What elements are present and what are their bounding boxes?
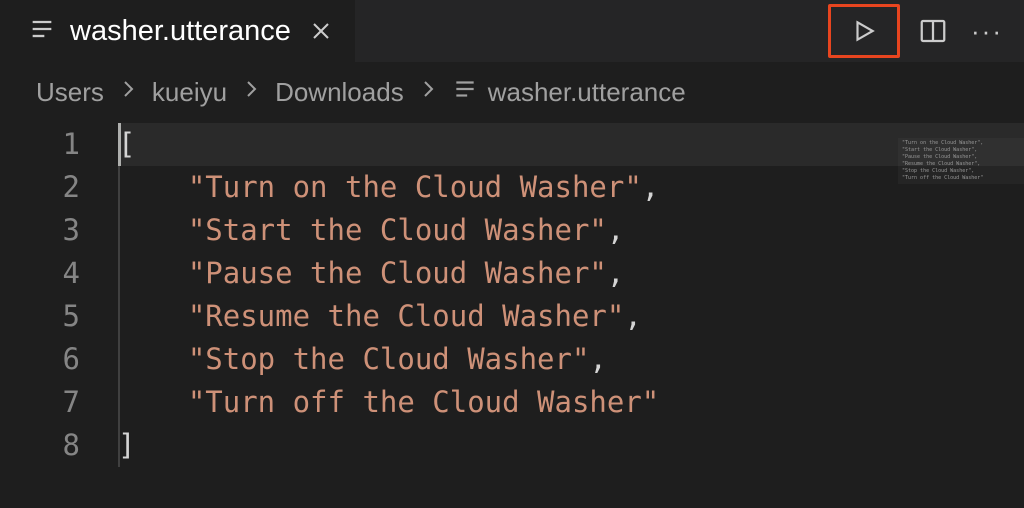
code-line: "Resume the Cloud Washer", [118,295,1024,338]
code-line: ] [118,424,1024,467]
line-number: 2 [0,166,80,209]
line-number: 3 [0,209,80,252]
line-number: 4 [0,252,80,295]
close-tab-button[interactable] [305,15,337,47]
breadcrumb-item[interactable]: Downloads [275,77,404,108]
code-line: "Stop the Cloud Washer", [118,338,1024,381]
code-line: "Start the Cloud Washer", [118,209,1024,252]
minimap[interactable]: "Turn on the Cloud Washer", "Start the C… [898,138,1024,184]
tab-bar: washer.utterance ··· [0,0,1024,62]
breadcrumb-item[interactable]: kueiyu [152,77,227,108]
file-lines-icon [452,76,478,109]
chevron-right-icon [239,77,263,108]
run-button[interactable] [828,4,900,58]
line-number: 7 [0,381,80,424]
code-line: "Pause the Cloud Washer", [118,252,1024,295]
line-number: 6 [0,338,80,381]
gutter: 12345678 [0,123,108,467]
breadcrumb-file[interactable]: washer.utterance [452,76,686,109]
chevron-right-icon [116,77,140,108]
editor[interactable]: 12345678 [ "Turn on the Cloud Washer", "… [0,123,1024,467]
line-number: 8 [0,424,80,467]
active-tab[interactable]: washer.utterance [0,0,355,62]
code-line: [ [118,123,1024,166]
tab-label: washer.utterance [70,15,291,48]
file-lines-icon [28,15,56,48]
code-line: "Turn off the Cloud Washer" [118,381,1024,424]
breadcrumb-file-label: washer.utterance [488,77,686,108]
editor-actions: ··· [828,0,1008,62]
text-cursor [118,123,121,166]
line-number: 5 [0,295,80,338]
split-editor-button[interactable] [912,10,954,52]
breadcrumb-item[interactable]: Users [36,77,104,108]
breadcrumbs: Users kueiyu Downloads washer.utterance [0,62,1024,123]
code-line: "Turn on the Cloud Washer", [118,166,1024,209]
chevron-right-icon [416,77,440,108]
more-actions-button[interactable]: ··· [966,10,1008,52]
line-number: 1 [0,123,80,166]
indent-guide [118,123,120,467]
code-area[interactable]: [ "Turn on the Cloud Washer", "Start the… [108,123,1024,467]
